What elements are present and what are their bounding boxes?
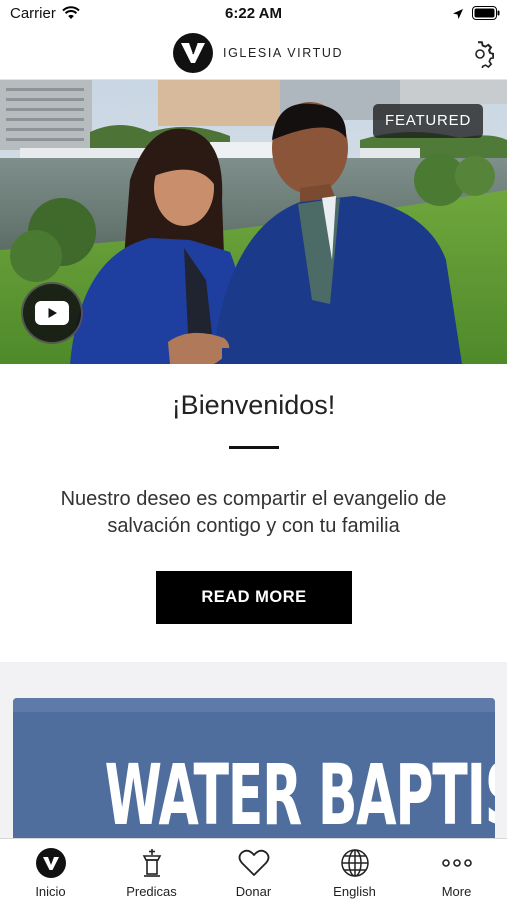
tab-bar: Inicio Predicas Donar English More: [0, 838, 507, 901]
more-icon: [406, 847, 507, 879]
tab-label-donar: Donar: [235, 884, 272, 899]
read-more-button[interactable]: READ MORE: [156, 571, 352, 624]
gear-icon[interactable]: [466, 40, 495, 70]
tab-donar[interactable]: Donar: [203, 839, 304, 901]
app-name: IGLESIA VIRTUD: [223, 46, 344, 60]
title-divider: [229, 446, 279, 449]
home-v-icon: [0, 847, 101, 879]
welcome-title: ¡Bienvenidos!: [171, 390, 336, 420]
water-baptism-card[interactable]: WATER BAPTISM: [13, 698, 495, 858]
status-bar: Carrier 6:22 AM: [0, 0, 507, 30]
welcome-description: Nuestro deseo es compartir el evangelio …: [60, 488, 447, 537]
featured-hero[interactable]: FEATURED: [0, 80, 507, 364]
status-time: 6:22 AM: [225, 5, 282, 22]
location-arrow-icon: [452, 7, 464, 25]
tab-english[interactable]: English: [304, 839, 405, 901]
tab-inicio[interactable]: Inicio: [0, 839, 101, 901]
brand[interactable]: IGLESIA VIRTUD: [173, 33, 343, 73]
card-title: WATER BAPTISM: [104, 746, 495, 844]
featured-badge: FEATURED: [373, 104, 484, 138]
tab-label-english: English: [333, 884, 376, 899]
tab-label-inicio: Inicio: [35, 884, 66, 899]
card-top-strip: [13, 698, 495, 712]
youtube-icon[interactable]: [21, 282, 83, 344]
heart-icon: [203, 847, 304, 879]
logo-v-icon: [173, 33, 213, 73]
battery-icon: [472, 6, 500, 25]
pulpit-icon: [101, 847, 202, 879]
tab-label-predicas: Predicas: [126, 884, 177, 899]
welcome-card: ¡Bienvenidos! Nuestro deseo es compartir…: [0, 364, 507, 662]
globe-icon: [304, 847, 405, 879]
app-header: IGLESIA VIRTUD: [0, 30, 507, 80]
tab-predicas[interactable]: Predicas: [101, 839, 202, 901]
tab-label-more: More: [441, 884, 472, 899]
tab-more[interactable]: More: [406, 839, 507, 901]
